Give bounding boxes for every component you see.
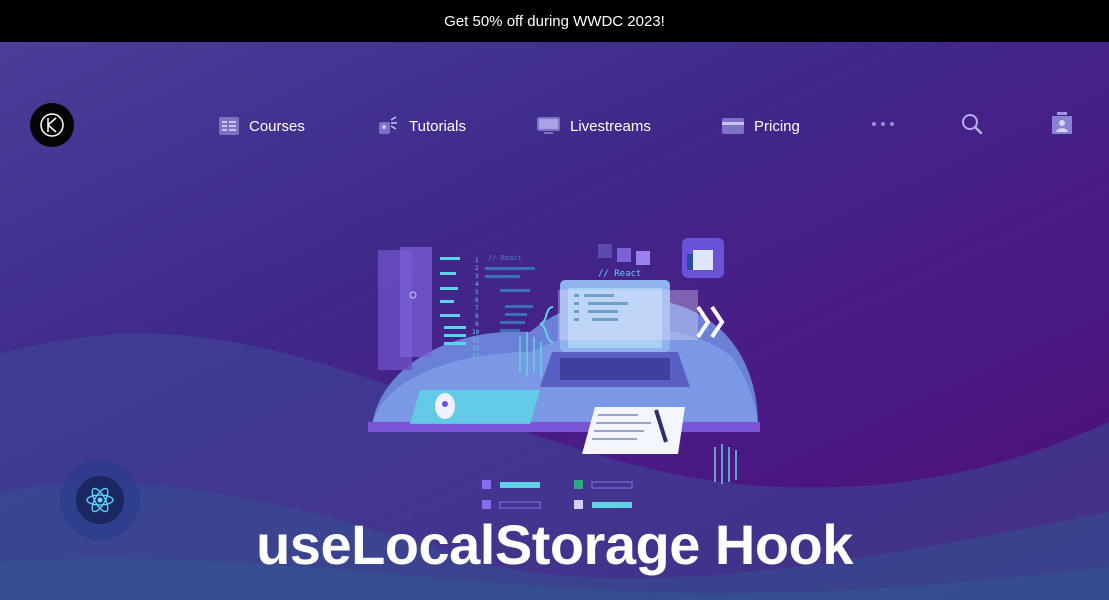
search-button[interactable] bbox=[961, 113, 983, 140]
svg-text:10: 10 bbox=[472, 329, 480, 336]
livestreams-icon bbox=[537, 117, 560, 134]
logo-icon bbox=[40, 113, 64, 137]
promo-banner-text: Get 50% off during WWDC 2023! bbox=[444, 12, 665, 30]
nav-livestreams[interactable]: Livestreams bbox=[537, 112, 651, 140]
svg-text:7: 7 bbox=[475, 305, 479, 312]
svg-text:6: 6 bbox=[475, 297, 479, 304]
nav-pricing[interactable]: Pricing bbox=[722, 112, 800, 140]
page-title: useLocalStorage Hook bbox=[256, 513, 853, 576]
pricing-icon bbox=[722, 118, 744, 134]
svg-text:13: 13 bbox=[472, 353, 480, 360]
hero-section: Courses Tutorials Livestreams Pricing 1 … bbox=[0, 42, 1109, 600]
code-comment-left: // React bbox=[488, 254, 522, 262]
account-icon bbox=[1052, 112, 1072, 134]
svg-text:2: 2 bbox=[475, 265, 479, 272]
nav-pricing-label: Pricing bbox=[754, 117, 800, 135]
svg-text:8: 8 bbox=[475, 313, 479, 320]
svg-text:5: 5 bbox=[475, 289, 479, 296]
search-icon bbox=[962, 114, 983, 135]
tutorials-icon bbox=[379, 116, 397, 134]
more-icon[interactable] bbox=[872, 122, 894, 126]
site-logo[interactable] bbox=[30, 103, 74, 147]
svg-text:1: 1 bbox=[475, 257, 479, 264]
nav-livestreams-label: Livestreams bbox=[570, 117, 651, 135]
svg-text:11: 11 bbox=[472, 337, 480, 344]
nav-tutorials[interactable]: Tutorials bbox=[377, 112, 466, 140]
code-comment-right: // React bbox=[598, 269, 641, 279]
account-button[interactable] bbox=[1052, 112, 1072, 139]
nav-courses-label: Courses bbox=[249, 117, 305, 135]
svg-text:12: 12 bbox=[472, 345, 480, 352]
nav-tutorials-label: Tutorials bbox=[409, 117, 466, 135]
svg-text:9: 9 bbox=[475, 321, 479, 328]
nav-courses[interactable]: Courses bbox=[219, 112, 305, 140]
promo-banner[interactable]: Get 50% off during WWDC 2023! bbox=[0, 0, 1109, 42]
svg-text:4: 4 bbox=[475, 281, 479, 288]
courses-icon bbox=[219, 117, 239, 135]
hero-illustration: 123 456 789 101112 13 // React // React bbox=[368, 238, 760, 509]
svg-text:3: 3 bbox=[475, 273, 479, 280]
